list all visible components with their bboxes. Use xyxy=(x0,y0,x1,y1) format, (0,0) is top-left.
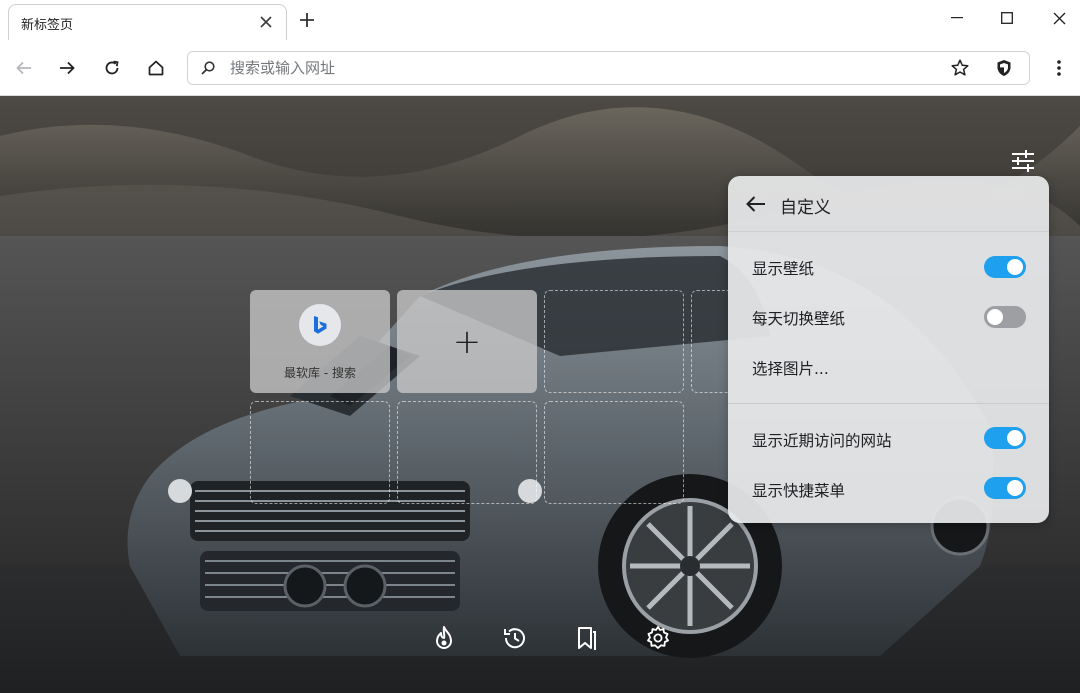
bookmarks-icon[interactable] xyxy=(572,624,600,652)
panel-title: 自定义 xyxy=(780,198,831,218)
history-icon[interactable] xyxy=(501,624,529,652)
recent-sites-toggle[interactable] xyxy=(984,427,1026,449)
new-tab-button[interactable] xyxy=(296,9,318,31)
tab-new-tab[interactable]: 新标签页 xyxy=(8,4,287,40)
shortcut-tile[interactable]: 最软库 - 搜索 xyxy=(250,290,390,393)
customize-panel: 自定义 显示壁纸 每天切换壁纸 选择图片... 显示近期访问的网站 显示快捷菜单 xyxy=(728,176,1049,523)
address-bar[interactable] xyxy=(187,51,1030,85)
panel-header: 自定义 xyxy=(728,176,1049,232)
shortcuts-toggle[interactable] xyxy=(984,477,1026,499)
more-vertical-icon xyxy=(1057,60,1061,76)
empty-shortcut-slot xyxy=(397,401,537,504)
menu-button[interactable] xyxy=(1046,53,1072,83)
home-icon xyxy=(148,60,164,76)
new-tab-page: 最软库 - 搜索 + 自定义 显示壁纸 每天切换壁纸 选择图片... 显示近期访… xyxy=(0,96,1080,693)
flame-icon[interactable] xyxy=(430,624,458,652)
title-bar: 新标签页 xyxy=(0,0,1080,40)
arrow-left-icon xyxy=(16,61,31,75)
customize-icon[interactable] xyxy=(1010,148,1036,174)
empty-shortcut-slot xyxy=(691,290,728,393)
minimize-icon xyxy=(951,17,963,19)
daily-wallpaper-toggle[interactable] xyxy=(984,306,1026,328)
toggle-knob xyxy=(987,309,1003,325)
shortcut-label: 最软库 - 搜索 xyxy=(284,366,356,380)
close-window-button[interactable] xyxy=(1036,4,1080,32)
forward-button[interactable] xyxy=(52,53,82,83)
close-icon[interactable] xyxy=(256,12,276,32)
maximize-icon xyxy=(1001,12,1013,24)
add-shortcut-plus: + xyxy=(452,321,482,362)
plus-icon xyxy=(300,13,314,27)
address-input[interactable] xyxy=(230,58,830,78)
empty-shortcut-slot xyxy=(250,401,390,504)
back-button[interactable] xyxy=(9,53,39,83)
close-window-icon xyxy=(1053,12,1065,24)
empty-shortcut-slot xyxy=(544,401,684,504)
shield-icon[interactable] xyxy=(994,58,1014,82)
toolbar xyxy=(0,40,1080,96)
search-icon xyxy=(200,60,216,80)
tab-title: 新标签页 xyxy=(21,18,74,33)
choose-image-link[interactable]: 选择图片... xyxy=(752,357,829,379)
reload-button[interactable] xyxy=(97,53,127,83)
option-shortcuts-label: 显示快捷菜单 xyxy=(752,482,846,500)
reload-icon xyxy=(105,60,119,75)
home-button[interactable] xyxy=(141,53,171,83)
toggle-knob xyxy=(1007,259,1023,275)
star-icon[interactable] xyxy=(950,58,970,82)
show-wallpaper-toggle[interactable] xyxy=(984,256,1026,278)
option-recent-sites-label: 显示近期访问的网站 xyxy=(752,432,892,450)
arrow-right-icon xyxy=(60,61,75,75)
option-daily-wallpaper-label: 每天切换壁纸 xyxy=(752,310,846,328)
back-arrow-icon[interactable] xyxy=(744,192,768,216)
empty-shortcut-slot xyxy=(544,290,684,393)
maximize-button[interactable] xyxy=(984,4,1030,32)
settings-icon[interactable] xyxy=(644,624,672,652)
toggle-knob xyxy=(1007,480,1023,496)
option-show-wallpaper-label: 显示壁纸 xyxy=(752,260,815,278)
toggle-knob xyxy=(1007,430,1023,446)
add-shortcut-tile[interactable]: + xyxy=(397,290,537,393)
bing-icon xyxy=(299,304,341,346)
minimize-button[interactable] xyxy=(934,4,980,32)
panel-divider xyxy=(728,403,1049,404)
